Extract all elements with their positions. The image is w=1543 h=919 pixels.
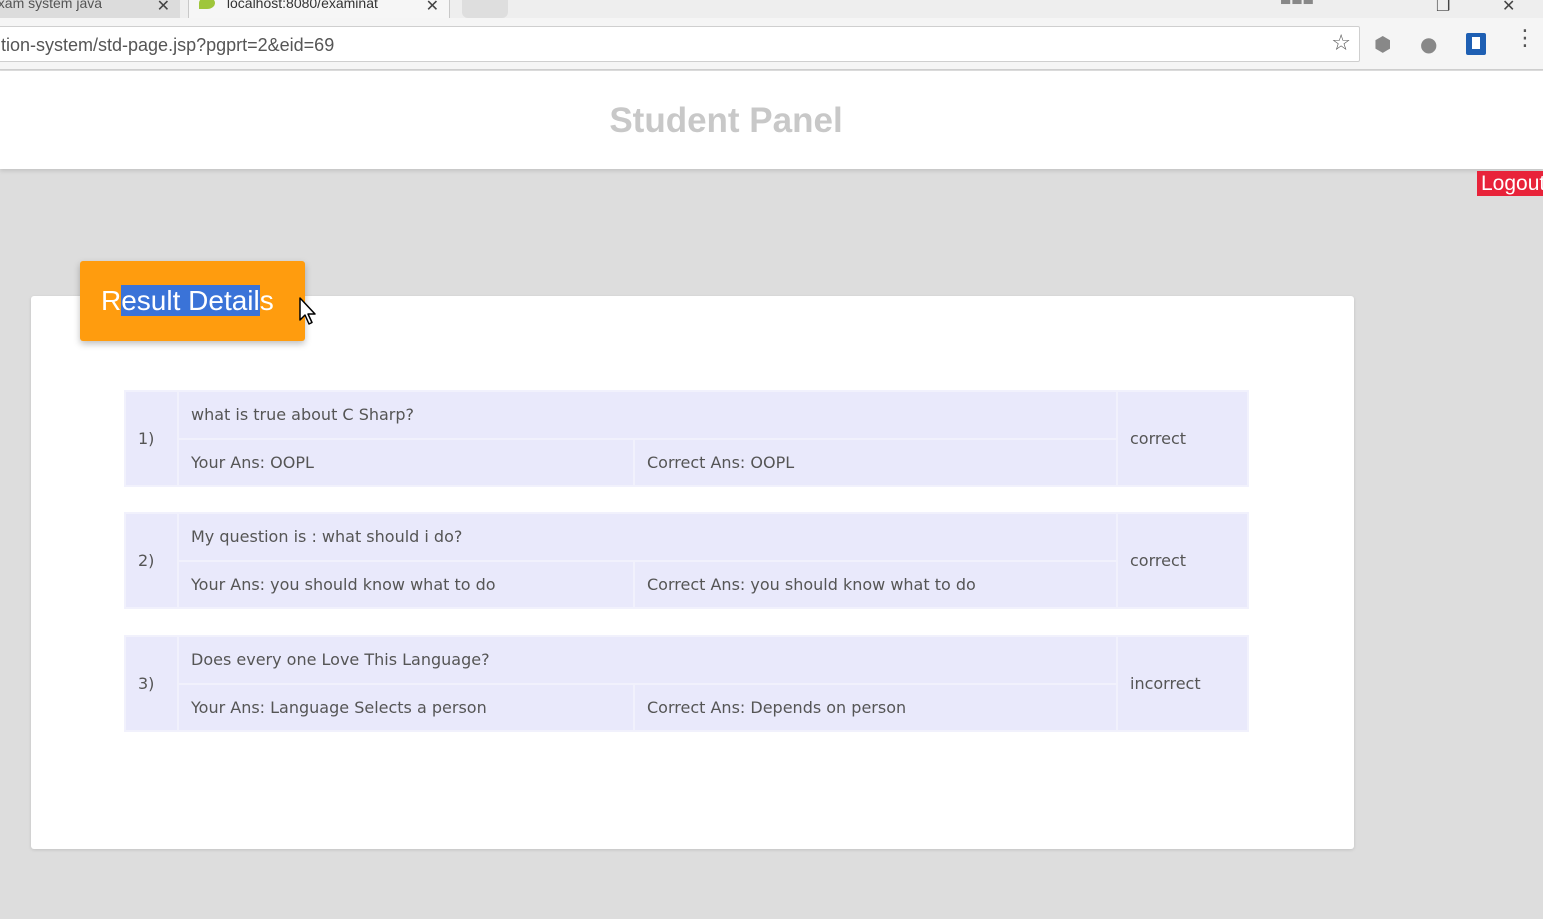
page-title: Student Panel	[609, 101, 843, 140]
question-text: My question is : what should i do?	[177, 512, 1118, 562]
your-answer: Your Ans: OOPL	[177, 437, 635, 487]
answer-status: correct	[1116, 390, 1249, 487]
page-header: Student Panel	[0, 71, 1543, 169]
heading-first-letter: R	[101, 285, 122, 316]
question-text: Does every one Love This Language?	[177, 635, 1118, 685]
logout-button[interactable]: Logout	[1477, 171, 1543, 196]
result-table: 1) what is true about C Sharp? correct Y…	[124, 390, 1249, 487]
browser-tab-2[interactable]: localhost:8080/examinat ✕	[188, 0, 450, 18]
browser-menu-icon[interactable]: ⋮	[1514, 28, 1536, 50]
address-bar: tion-system/std-page.jsp?pgprt=2&eid=69 …	[0, 18, 1543, 70]
heading-selected-text: esult Detail	[121, 285, 260, 316]
close-tab-icon[interactable]: ✕	[426, 0, 439, 16]
url-field[interactable]: tion-system/std-page.jsp?pgprt=2&eid=69 …	[0, 26, 1360, 62]
new-tab-button[interactable]	[462, 0, 508, 18]
your-answer: Your Ans: you should know what to do	[177, 559, 635, 609]
url-text: tion-system/std-page.jsp?pgprt=2&eid=69	[1, 35, 335, 55]
extension-bookmark-icon[interactable]	[1466, 33, 1486, 55]
tab-title: localhost:8080/examinat	[226, 0, 378, 12]
profile-name[interactable]: ▬▬▬	[1280, 0, 1314, 8]
question-number: 1)	[124, 390, 179, 487]
browser-tab-1[interactable]: exam system java ✕	[0, 0, 180, 18]
restore-window-icon[interactable]: ❐	[1436, 0, 1450, 15]
question-text: what is true about C Sharp?	[177, 390, 1118, 440]
extension-chat-icon[interactable]: ●	[1420, 32, 1437, 56]
answer-status: incorrect	[1116, 635, 1249, 732]
your-answer: Your Ans: Language Selects a person	[177, 682, 635, 732]
extension-shield-icon[interactable]: ⬢	[1374, 32, 1391, 56]
tab-title: exam system java	[0, 0, 103, 12]
result-details-heading: Result Details	[80, 261, 305, 341]
heading-last-letter: s	[259, 285, 274, 316]
question-number: 3)	[124, 635, 179, 732]
correct-answer: Correct Ans: you should know what to do	[633, 559, 1118, 609]
question-number: 2)	[124, 512, 179, 609]
browser-tab-bar: exam system java ✕ localhost:8080/examin…	[0, 0, 1543, 18]
answer-status: correct	[1116, 512, 1249, 609]
close-tab-icon[interactable]: ✕	[157, 0, 170, 16]
mouse-cursor-icon	[299, 297, 316, 325]
correct-answer: Correct Ans: OOPL	[633, 437, 1118, 487]
close-window-icon[interactable]: ✕	[1502, 0, 1515, 15]
result-table: 2) My question is : what should i do? co…	[124, 512, 1249, 609]
bookmark-star-icon[interactable]: ☆	[1331, 31, 1351, 56]
leaf-favicon-icon	[199, 0, 215, 10]
result-table: 3) Does every one Love This Language? in…	[124, 635, 1249, 732]
correct-answer: Correct Ans: Depends on person	[633, 682, 1118, 732]
